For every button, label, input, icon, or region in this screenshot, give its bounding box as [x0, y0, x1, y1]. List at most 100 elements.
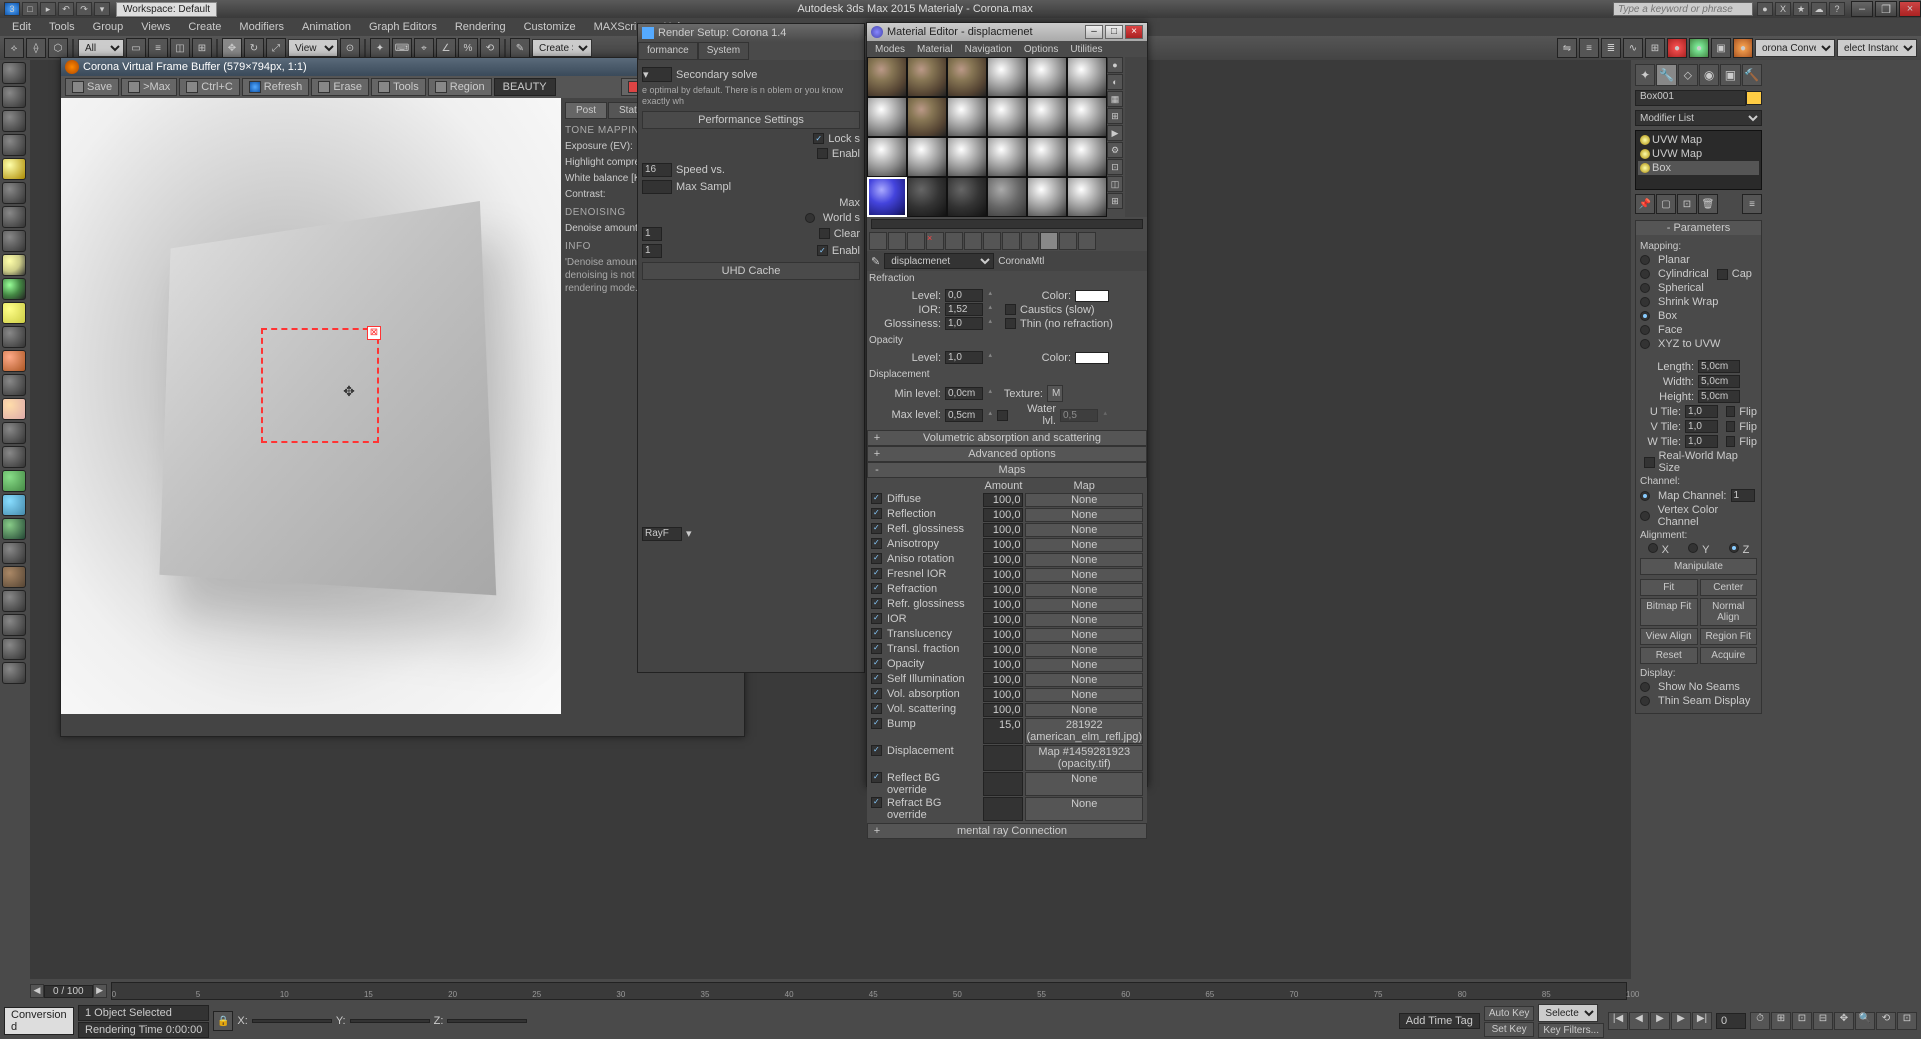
- new-icon[interactable]: □: [22, 2, 38, 16]
- vfb-tomax-button[interactable]: >Max: [121, 78, 177, 96]
- sample-slot-12[interactable]: [1067, 97, 1107, 137]
- left-tool-16[interactable]: [2, 422, 26, 444]
- map-amount-14[interactable]: 100,0: [983, 703, 1023, 717]
- configure-sets-icon[interactable]: ≡: [1742, 194, 1762, 214]
- ref-mode-dropdown[interactable]: elect Instance: [1837, 39, 1917, 57]
- left-tool-3[interactable]: [2, 110, 26, 132]
- workspace-dropdown[interactable]: Workspace: Default: [116, 2, 217, 17]
- map-slot-11[interactable]: None: [1025, 658, 1143, 672]
- opacity-color-swatch[interactable]: [1075, 352, 1109, 364]
- play-icon[interactable]: ▶: [1650, 1012, 1670, 1030]
- me-minimize[interactable]: –: [1085, 25, 1103, 39]
- material-type-button[interactable]: CoronaMtl: [998, 256, 1044, 267]
- rollout-vas[interactable]: +Volumetric absorption and scattering: [867, 430, 1147, 446]
- vp-nav-7-icon[interactable]: ⊡: [1897, 1012, 1917, 1030]
- menu-tools[interactable]: Tools: [41, 19, 83, 35]
- maptype-spherical-radio[interactable]: [1640, 283, 1650, 293]
- map-check-3[interactable]: [871, 538, 882, 549]
- display-tab-icon[interactable]: ▣: [1720, 64, 1740, 86]
- align-z-radio[interactable]: [1729, 543, 1739, 553]
- sample-slot-18[interactable]: [1067, 137, 1107, 177]
- left-tool-24[interactable]: [2, 614, 26, 636]
- map-amount-8[interactable]: 100,0: [983, 613, 1023, 627]
- prev-frame-icon[interactable]: ◀: [1629, 1012, 1649, 1030]
- left-tool-23[interactable]: [2, 590, 26, 612]
- align-x-radio[interactable]: [1648, 543, 1658, 553]
- acquire-button[interactable]: Acquire: [1700, 647, 1758, 664]
- refr-color-swatch[interactable]: [1075, 290, 1109, 302]
- sample-slot-6[interactable]: [1067, 57, 1107, 97]
- rs-clear-check[interactable]: [819, 228, 830, 239]
- rs-spin-3[interactable]: 1: [642, 227, 662, 241]
- spinner-snap-icon[interactable]: ⟲: [480, 38, 500, 58]
- map-amount-0[interactable]: 100,0: [983, 493, 1023, 507]
- map-amount-9[interactable]: 100,0: [983, 628, 1023, 642]
- cap-check[interactable]: [1717, 269, 1728, 280]
- map-check-15[interactable]: [871, 718, 882, 729]
- add-time-tag[interactable]: Add Time Tag: [1399, 1013, 1480, 1029]
- current-frame-field[interactable]: 0: [1716, 1013, 1746, 1029]
- selection-filter-dropdown[interactable]: All: [78, 39, 124, 57]
- left-tool-5[interactable]: [2, 158, 26, 180]
- me-close[interactable]: ×: [1125, 25, 1143, 39]
- select-icon[interactable]: ▭: [126, 38, 146, 58]
- water-check[interactable]: [997, 410, 1008, 421]
- me-side-video-icon[interactable]: ▶: [1107, 125, 1123, 141]
- cloud-icon[interactable]: ☁: [1811, 2, 1827, 16]
- modifier-stack[interactable]: UVW MapUVW MapBox: [1635, 130, 1762, 190]
- left-tool-21[interactable]: [2, 542, 26, 564]
- rs-perf-header[interactable]: Performance Settings: [642, 111, 860, 129]
- rayf-arrow-icon[interactable]: ▾: [686, 527, 692, 540]
- map-check-16[interactable]: [871, 745, 882, 756]
- select-name-icon[interactable]: ≡: [148, 38, 168, 58]
- rs-dropdown-1[interactable]: ▾: [642, 67, 672, 82]
- map-check-13[interactable]: [871, 688, 882, 699]
- map-slot-2[interactable]: None: [1025, 523, 1143, 537]
- maxscript-listener[interactable]: Conversion d: [4, 1007, 74, 1035]
- rs-spin-4[interactable]: 1: [642, 244, 662, 258]
- tl-next[interactable]: ▶: [93, 984, 107, 998]
- map-amount-6[interactable]: 100,0: [983, 583, 1023, 597]
- timeline[interactable]: ◀ 0 / 100 ▶ 0510152025303540455055606570…: [30, 979, 1631, 1003]
- rollout-mr[interactable]: +mental ray Connection: [867, 823, 1147, 839]
- vfb-channel-dropdown[interactable]: BEAUTY: [494, 78, 556, 96]
- sample-slot-13[interactable]: [867, 137, 907, 177]
- left-tool-9[interactable]: [2, 254, 26, 276]
- pick-material-icon[interactable]: ✎: [871, 255, 880, 268]
- width-field[interactable]: 5,0cm: [1698, 375, 1740, 388]
- me-menu-modes[interactable]: Modes: [869, 43, 911, 56]
- region-close-icon[interactable]: ⊠: [367, 326, 381, 340]
- map-slot-10[interactable]: None: [1025, 643, 1143, 657]
- sample-slot-9[interactable]: [947, 97, 987, 137]
- left-tool-22[interactable]: [2, 566, 26, 588]
- me-show-map-icon[interactable]: [1021, 232, 1039, 250]
- noseams-radio[interactable]: [1640, 682, 1650, 692]
- left-tool-19[interactable]: [2, 494, 26, 516]
- me-titlebar[interactable]: Material Editor - displacmenet – □ ×: [867, 23, 1147, 41]
- thin-check[interactable]: [1005, 318, 1016, 329]
- map-amount-4[interactable]: 100,0: [983, 553, 1023, 567]
- rotate-icon[interactable]: ↻: [244, 38, 264, 58]
- vp-nav-3-icon[interactable]: ⊟: [1813, 1012, 1833, 1030]
- utilities-tab-icon[interactable]: 🔨: [1742, 64, 1762, 86]
- sample-slot-23[interactable]: [1027, 177, 1067, 217]
- vp-nav-4-icon[interactable]: ✥: [1834, 1012, 1854, 1030]
- rs-spin-2[interactable]: [642, 180, 672, 194]
- left-tool-10[interactable]: [2, 278, 26, 300]
- me-side-background-icon[interactable]: ▦: [1107, 91, 1123, 107]
- sample-slot-3[interactable]: [947, 57, 987, 97]
- scale-icon[interactable]: ⤢: [266, 38, 286, 58]
- left-tool-7[interactable]: [2, 206, 26, 228]
- stack-item-2[interactable]: Box: [1638, 161, 1759, 175]
- tl-track[interactable]: 0510152025303540455055606570758085100: [111, 982, 1627, 1000]
- x-field[interactable]: [252, 1019, 332, 1023]
- vfb-tab-post[interactable]: Post: [565, 102, 607, 119]
- me-side-options-icon[interactable]: ⚙: [1107, 142, 1123, 158]
- minimize-button[interactable]: –: [1851, 1, 1873, 17]
- map-slot-4[interactable]: None: [1025, 553, 1143, 567]
- app-menu-icon[interactable]: 3: [4, 2, 20, 16]
- left-tool-8[interactable]: [2, 230, 26, 252]
- map-check-8[interactable]: [871, 613, 882, 624]
- tl-prev[interactable]: ◀: [30, 984, 44, 998]
- bulb-icon[interactable]: [1640, 135, 1650, 145]
